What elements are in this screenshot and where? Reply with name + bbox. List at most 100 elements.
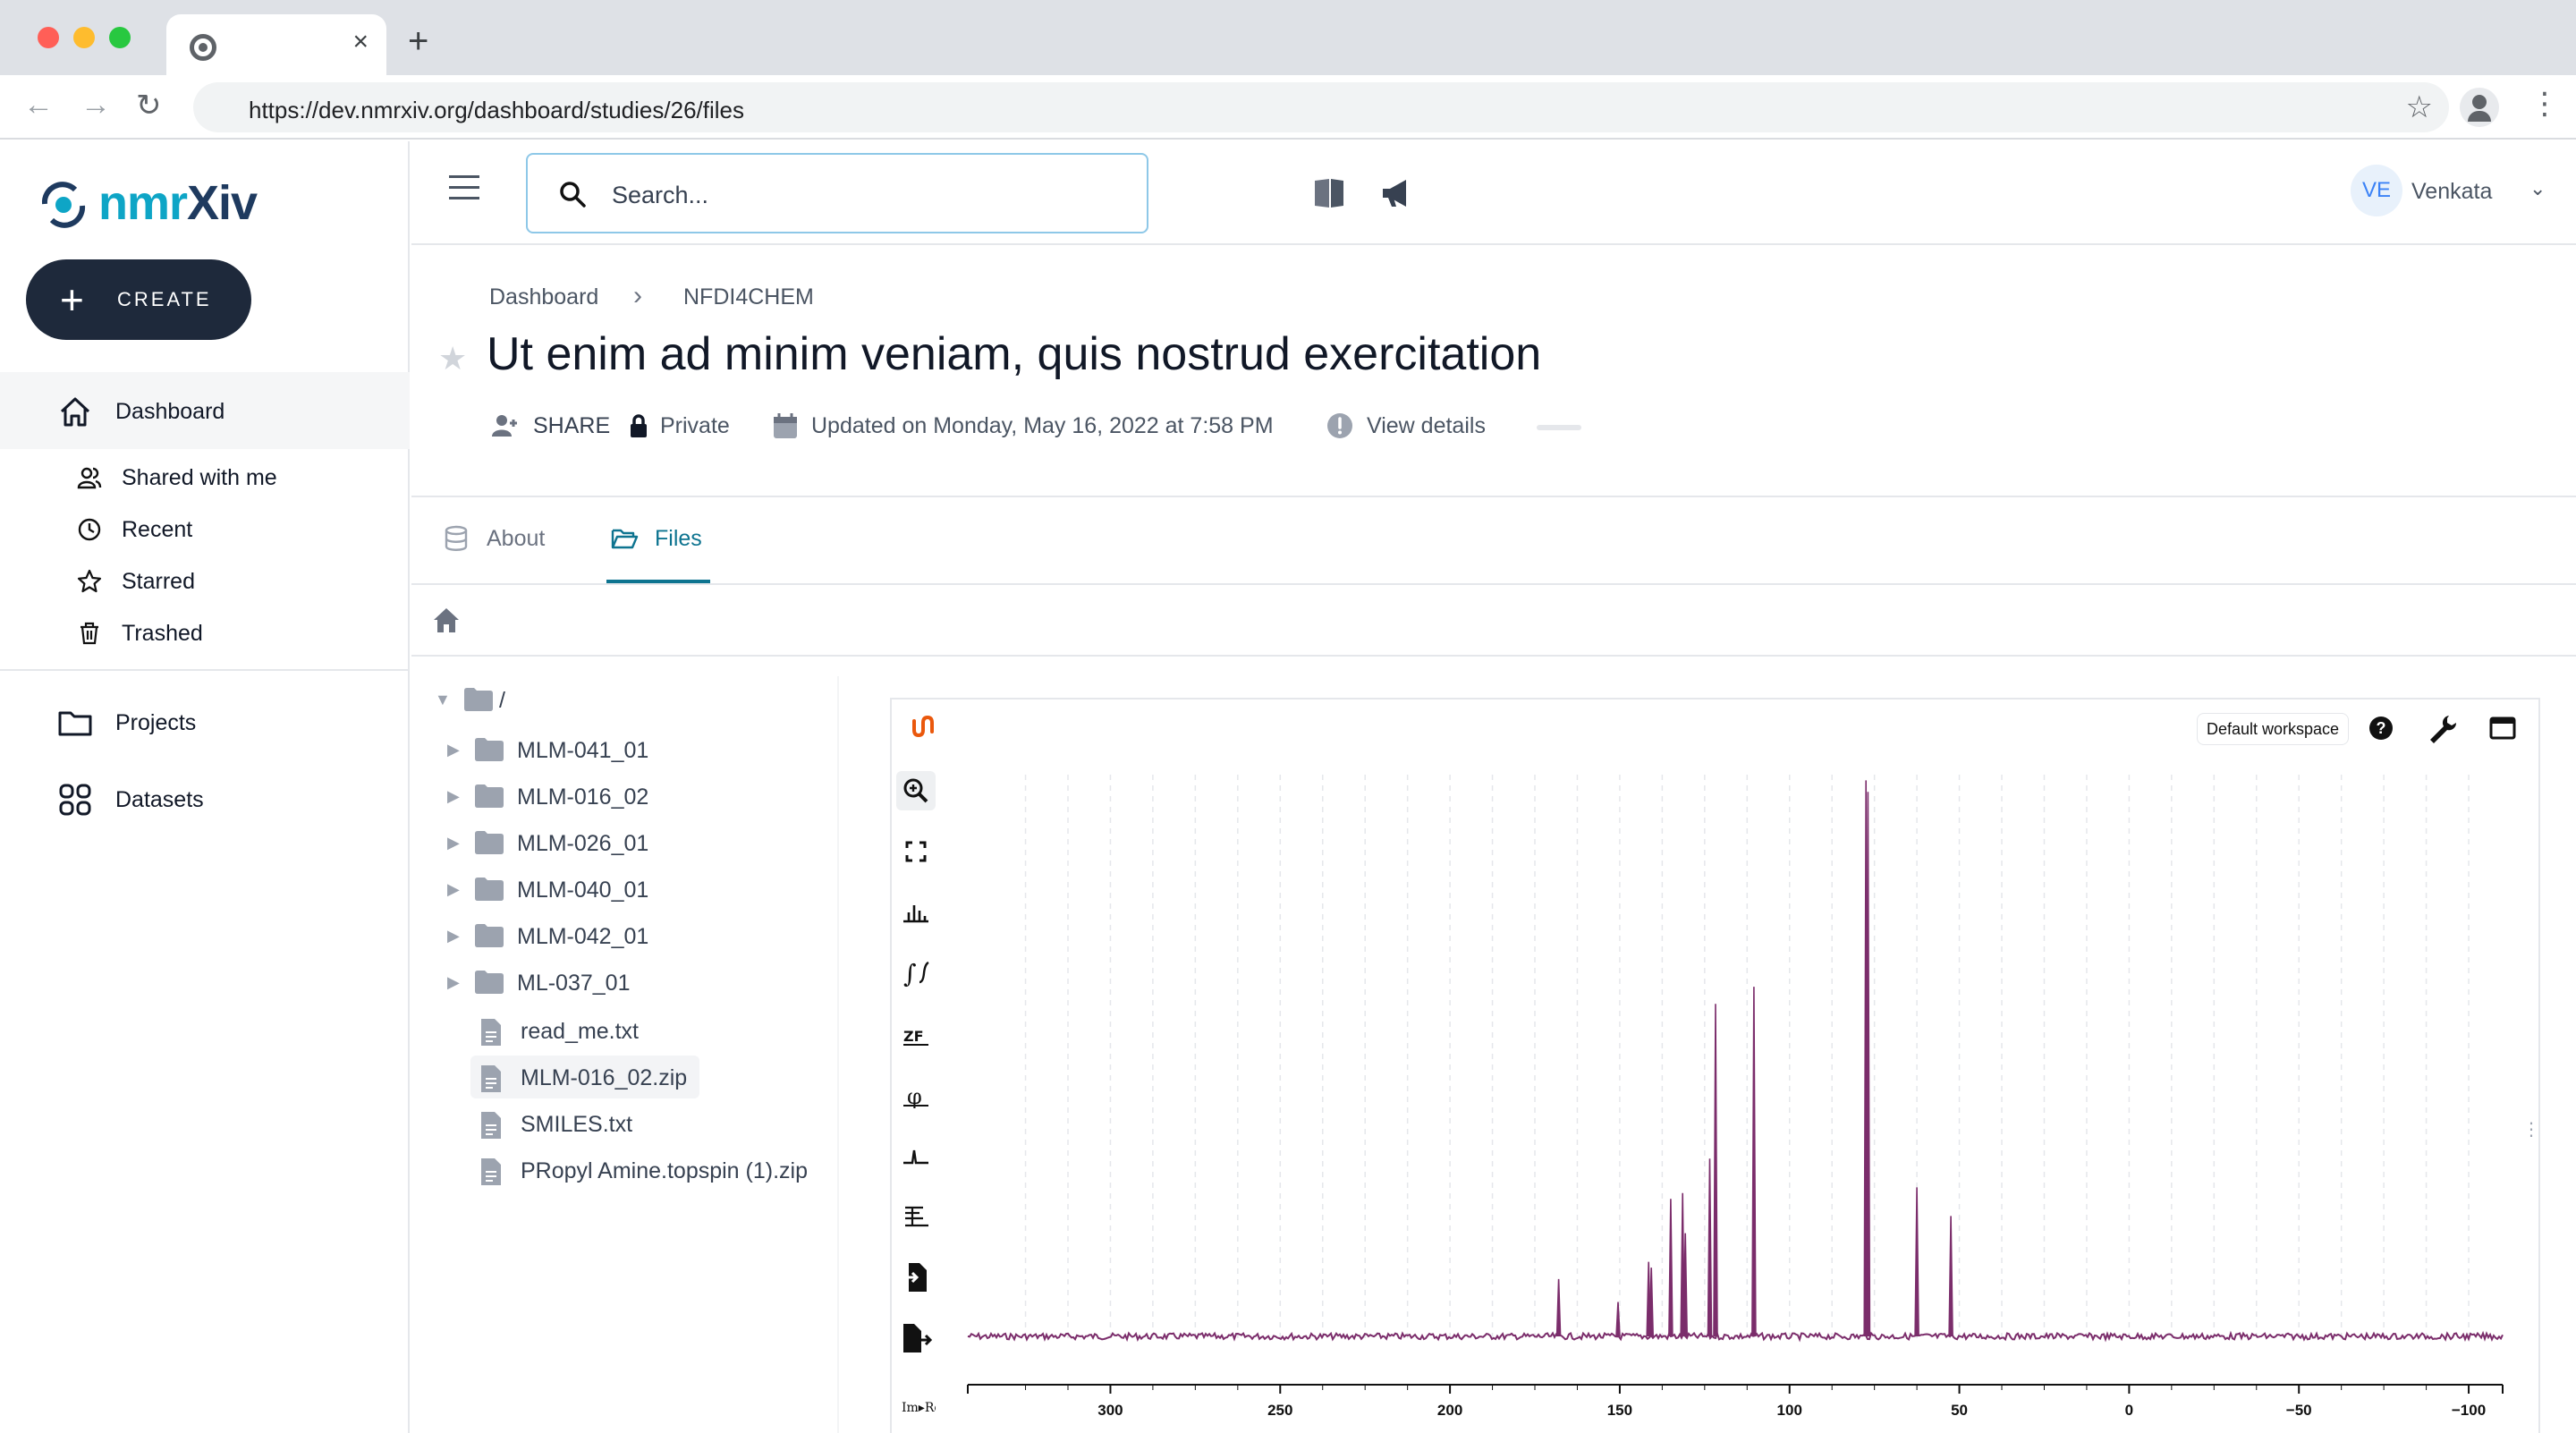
- zoom-tool[interactable]: [896, 771, 936, 810]
- baseline-correction-tool[interactable]: [896, 1136, 936, 1175]
- book-icon[interactable]: [1311, 175, 1347, 211]
- fullscreen-window-icon[interactable]: [2487, 712, 2519, 744]
- bookmark-star-icon[interactable]: ☆: [2406, 89, 2433, 125]
- tab-files[interactable]: Files: [655, 526, 702, 552]
- info-circle-icon[interactable]: [1326, 411, 1354, 440]
- url-text[interactable]: https://dev.nmrxiv.org/dashboard/studies…: [249, 97, 744, 124]
- address-bar[interactable]: https://dev.nmrxiv.org/dashboard/studies…: [193, 82, 2449, 132]
- browser-profile-icon[interactable]: [2460, 88, 2499, 127]
- fullscreen-tool[interactable]: [896, 832, 936, 871]
- baseline-correction-icon: [903, 1149, 928, 1165]
- sidebar-item-datasets[interactable]: Datasets: [0, 760, 410, 837]
- tab-favicon-icon: [190, 34, 216, 61]
- tree-file-label: SMILES.txt: [521, 1112, 633, 1137]
- view-details-link[interactable]: View details: [1367, 413, 1486, 439]
- tree-folder-row[interactable]: ▶ MLM-042_01: [444, 914, 676, 957]
- tabs-divider: [411, 583, 2576, 585]
- wrench-icon[interactable]: [2426, 712, 2458, 744]
- avatar[interactable]: VE: [2351, 165, 2402, 216]
- tree-splitter[interactable]: [837, 676, 839, 1433]
- share-button[interactable]: SHARE: [533, 413, 610, 439]
- import-tool[interactable]: [896, 1258, 936, 1297]
- tree-file-row[interactable]: SMILES.txt: [470, 1102, 828, 1145]
- top-header: Search... VE Venkata ⌄: [411, 141, 2576, 245]
- caret-right-icon: ▶: [447, 741, 460, 759]
- integral-tool[interactable]: ∫: [896, 954, 936, 993]
- tree-file-row[interactable]: MLM-016_02.zip: [470, 1056, 699, 1098]
- x-tick-label: 100: [1777, 1402, 1802, 1419]
- tab-close-icon[interactable]: ×: [352, 27, 369, 57]
- search-placeholder: Search...: [612, 182, 709, 208]
- sidebar-item-projects[interactable]: Projects: [0, 683, 410, 760]
- real-imaginary-tool[interactable]: Im▸Re: [896, 1379, 942, 1419]
- sidebar-item-starred[interactable]: Starred: [0, 555, 410, 605]
- peak-picking-tool[interactable]: [896, 893, 936, 932]
- search-input[interactable]: Search...: [526, 153, 1148, 233]
- new-tab-button[interactable]: +: [408, 21, 428, 62]
- caret-right-icon: ▶: [447, 834, 460, 852]
- nmrxiv-logo[interactable]: nmrXiv: [36, 168, 304, 231]
- share-user-icon[interactable]: [490, 411, 519, 440]
- browser-tab[interactable]: ×: [166, 14, 386, 75]
- sidebar-item-trashed[interactable]: Trashed: [0, 606, 410, 657]
- sidebar-item-label: Starred: [122, 569, 195, 594]
- user-name[interactable]: Venkata: [2411, 179, 2492, 205]
- tree-file-row[interactable]: PRopyl Amine.topspin (1).zip: [470, 1149, 828, 1191]
- file-icon: [481, 1112, 501, 1139]
- breadcrumb-chevron-icon: ›: [633, 281, 642, 310]
- folder-icon: [475, 878, 504, 901]
- create-button[interactable]: + CREATE: [26, 259, 251, 340]
- sidebar-item-shared[interactable]: Shared with me: [0, 451, 410, 501]
- reload-icon[interactable]: ↻: [136, 88, 162, 123]
- browser-menu-icon[interactable]: ⋮: [2529, 86, 2560, 122]
- nmr-spectrum-chart[interactable]: 300 250 200 150 100 50 0 −50 −100: [948, 766, 2522, 1433]
- breadcrumb-dashboard[interactable]: Dashboard: [489, 284, 598, 310]
- sidebar: nmrXiv + CREATE Dashboard Shared with me…: [0, 141, 410, 1433]
- create-label: CREATE: [117, 288, 212, 310]
- folder-icon: [475, 924, 504, 947]
- plus-icon: +: [60, 276, 84, 323]
- tree-folder-row[interactable]: ▶ ML-037_01: [444, 961, 676, 1004]
- workspace-button[interactable]: Default workspace: [2197, 713, 2349, 745]
- phase-correction-tool[interactable]: φ: [896, 1075, 936, 1115]
- page-title: Ut enim ad minim veniam, quis nostrud ex…: [487, 328, 1542, 380]
- svg-text:∫: ∫: [903, 959, 917, 988]
- export-tool[interactable]: [896, 1319, 936, 1358]
- tree-file-row[interactable]: read_me.txt: [470, 1009, 828, 1052]
- updated-timestamp: Updated on Monday, May 16, 2022 at 7:58 …: [811, 413, 1274, 438]
- browser-tab-strip: × +: [0, 0, 2576, 75]
- tree-file-label: read_me.txt: [521, 1019, 640, 1044]
- menu-icon[interactable]: [449, 175, 479, 202]
- close-window-button[interactable]: [38, 27, 59, 48]
- tab-about[interactable]: About: [487, 526, 545, 552]
- breadcrumb-nfdi4chem[interactable]: NFDI4CHEM: [683, 284, 814, 310]
- x-tick-label: −50: [2286, 1402, 2312, 1419]
- tree-folder-row[interactable]: ▶ MLM-041_01: [444, 728, 676, 771]
- resize-handle-icon[interactable]: ⋮: [2522, 1118, 2540, 1140]
- back-arrow-icon[interactable]: ←: [23, 88, 54, 123]
- home-icon[interactable]: [431, 605, 462, 635]
- minimize-window-button[interactable]: [73, 27, 95, 48]
- sidebar-item-recent[interactable]: Recent: [0, 503, 410, 553]
- sidebar-item-dashboard[interactable]: Dashboard: [0, 372, 410, 449]
- folder-icon: [475, 784, 504, 808]
- home-icon: [60, 397, 90, 427]
- caret-right-icon: ▶: [447, 787, 460, 805]
- forward-arrow-icon[interactable]: →: [80, 88, 111, 123]
- maximize-window-button[interactable]: [109, 27, 131, 48]
- megaphone-icon[interactable]: [1379, 175, 1415, 211]
- range-picking-tool[interactable]: [896, 1197, 936, 1236]
- zero-filling-tool[interactable]: ZF: [896, 1014, 936, 1054]
- help-icon[interactable]: ?: [2365, 712, 2397, 744]
- tree-folder-row[interactable]: ▶ MLM-040_01: [444, 868, 676, 911]
- star-icon[interactable]: ★: [438, 340, 467, 377]
- fullscreen-icon: [905, 841, 927, 862]
- chevron-down-icon[interactable]: ⌄: [2529, 177, 2546, 200]
- tree-folder-row[interactable]: ▶ MLM-026_01: [444, 821, 676, 864]
- tree-folder-row[interactable]: ▶ MLM-016_02: [444, 775, 676, 818]
- tree-root[interactable]: ▼ /: [431, 678, 538, 721]
- spectrum-baseline: [967, 1330, 2504, 1343]
- lock-icon: [631, 414, 647, 437]
- spectrum-peak: [1713, 1004, 1718, 1337]
- spectrum-peak: [1682, 1233, 1688, 1337]
